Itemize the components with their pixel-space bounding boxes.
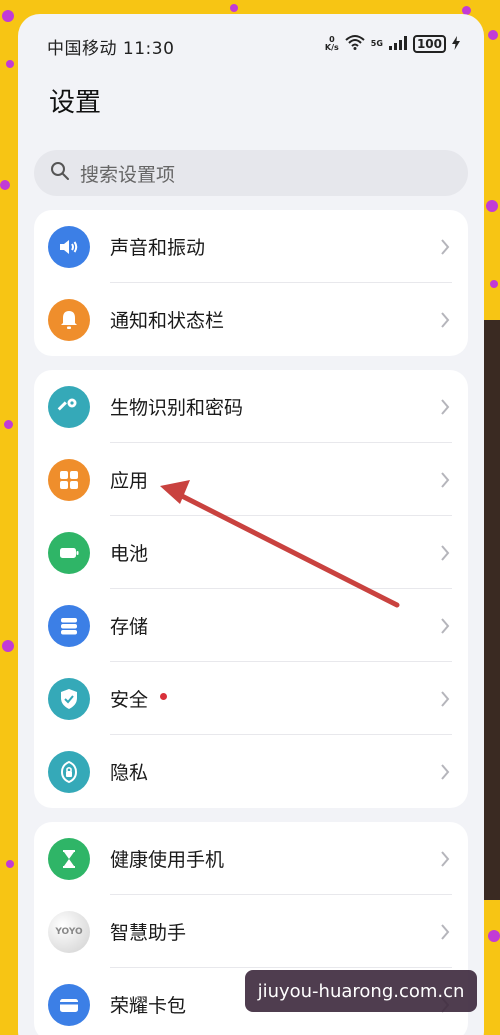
privacy-lock-icon	[48, 750, 90, 793]
settings-item-label: 应用	[110, 470, 149, 492]
network-speed: 0 K/s	[324, 35, 339, 52]
apps-grid-icon	[48, 458, 90, 501]
notification-badge	[160, 693, 168, 700]
page-title: 设置	[49, 88, 102, 118]
settings-item-label: 隐私	[110, 762, 149, 784]
settings-item-label: 生物识别和密码	[110, 397, 244, 419]
settings-item-security[interactable]: 安全	[34, 662, 468, 735]
settings-item-label: 电池	[110, 543, 149, 565]
settings-item-sound[interactable]: 声音和振动	[34, 210, 468, 283]
settings-item-label: 健康使用手机	[110, 849, 225, 871]
storage-icon	[48, 604, 90, 647]
chevron-right-icon	[440, 690, 450, 712]
settings-item-assistant[interactable]: YOYO 智慧助手	[34, 895, 468, 968]
settings-item-label: 荣耀卡包	[110, 995, 187, 1017]
chevron-right-icon	[440, 398, 450, 420]
chevron-right-icon	[440, 850, 450, 872]
bell-icon	[48, 298, 90, 341]
phone-screen: 中国移动 11:30 0 K/s 5G 100 设置 搜索设置项 声音和振动 通…	[18, 14, 484, 1035]
battery-level: 100	[412, 35, 446, 53]
settings-item-storage[interactable]: 存储	[34, 589, 468, 662]
wifi-icon	[345, 34, 365, 54]
settings-item-label: 声音和振动	[110, 237, 206, 259]
settings-item-digital-health[interactable]: 健康使用手机	[34, 822, 468, 895]
signal-icon	[388, 35, 407, 54]
carrier-time: 中国移动 11:30	[47, 39, 175, 59]
key-icon	[48, 385, 90, 428]
chevron-right-icon	[440, 617, 450, 639]
shield-icon	[48, 677, 90, 720]
settings-item-label: 通知和状态栏	[110, 310, 225, 332]
settings-group-sound-notify: 声音和振动 通知和状态栏	[34, 210, 468, 356]
status-bar: 中国移动 11:30 0 K/s 5G 100	[18, 32, 484, 59]
search-placeholder: 搜索设置项	[80, 163, 176, 186]
hourglass-icon	[48, 837, 90, 880]
battery-icon	[48, 531, 90, 574]
settings-group-device: 生物识别和密码 应用 电池 存储 安全 隐私	[34, 370, 468, 808]
volume-icon	[48, 225, 90, 268]
network-type: 5G	[370, 39, 383, 48]
chevron-right-icon	[440, 238, 450, 260]
background-photo-edge	[482, 320, 500, 900]
search-input[interactable]: 搜索设置项	[34, 150, 468, 196]
chevron-right-icon	[440, 471, 450, 493]
settings-item-biometrics[interactable]: 生物识别和密码	[34, 370, 468, 443]
settings-item-apps[interactable]: 应用	[34, 443, 468, 516]
settings-item-privacy[interactable]: 隐私	[34, 735, 468, 808]
settings-item-battery[interactable]: 电池	[34, 516, 468, 589]
chevron-right-icon	[440, 923, 450, 945]
settings-item-notifications[interactable]: 通知和状态栏	[34, 283, 468, 356]
watermark: jiuyou-huarong.com.cn	[245, 970, 477, 1012]
status-icons: 0 K/s 5G 100	[325, 34, 460, 54]
yoyo-icon: YOYO	[48, 910, 90, 953]
chevron-right-icon	[440, 763, 450, 785]
settings-item-label: 安全	[110, 689, 149, 711]
charging-icon	[452, 35, 460, 54]
chevron-right-icon	[440, 311, 450, 333]
settings-item-label: 智慧助手	[110, 922, 187, 944]
wallet-card-icon	[48, 983, 90, 1026]
chevron-right-icon	[440, 544, 450, 566]
settings-item-label: 存储	[110, 616, 149, 638]
search-icon	[50, 161, 70, 185]
